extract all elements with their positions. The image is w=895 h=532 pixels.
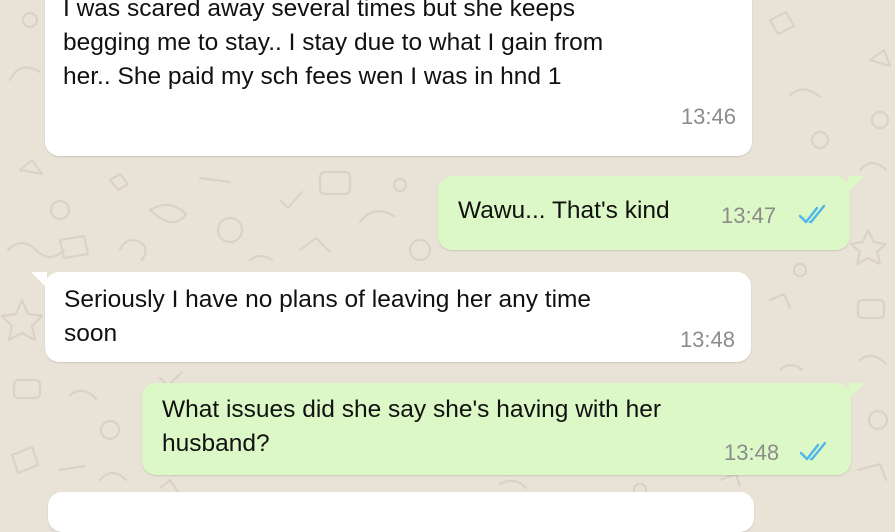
incoming-message-bubble[interactable] — [48, 492, 754, 532]
message-timestamp: 13:46 — [680, 104, 736, 129]
message-text: Wawu... That's kind — [458, 197, 670, 224]
outgoing-message-bubble[interactable]: What issues did she say she's having wit… — [142, 383, 865, 475]
message-text: I was scared away several times but she … — [63, 0, 604, 90]
message-text: Seriously I have no plans of leaving her… — [64, 286, 592, 347]
message-timestamp: 13:47 — [721, 203, 777, 228]
message-timestamp: 13:48 — [724, 440, 780, 465]
chat-message-list[interactable]: I was scared away several times but she … — [0, 0, 895, 532]
read-double-check-icon — [798, 204, 826, 224]
outgoing-message-bubble[interactable]: Wawu... That's kind 13:47 — [438, 176, 864, 250]
incoming-message-bubble[interactable]: Seriously I have no plans of leaving her… — [31, 272, 751, 362]
message-text: What issues did she say she's having wit… — [162, 396, 662, 457]
message-timestamp: 13:48 — [679, 327, 735, 352]
read-double-check-icon — [799, 441, 827, 461]
incoming-message-bubble[interactable]: I was scared away several times but she … — [45, 0, 752, 156]
